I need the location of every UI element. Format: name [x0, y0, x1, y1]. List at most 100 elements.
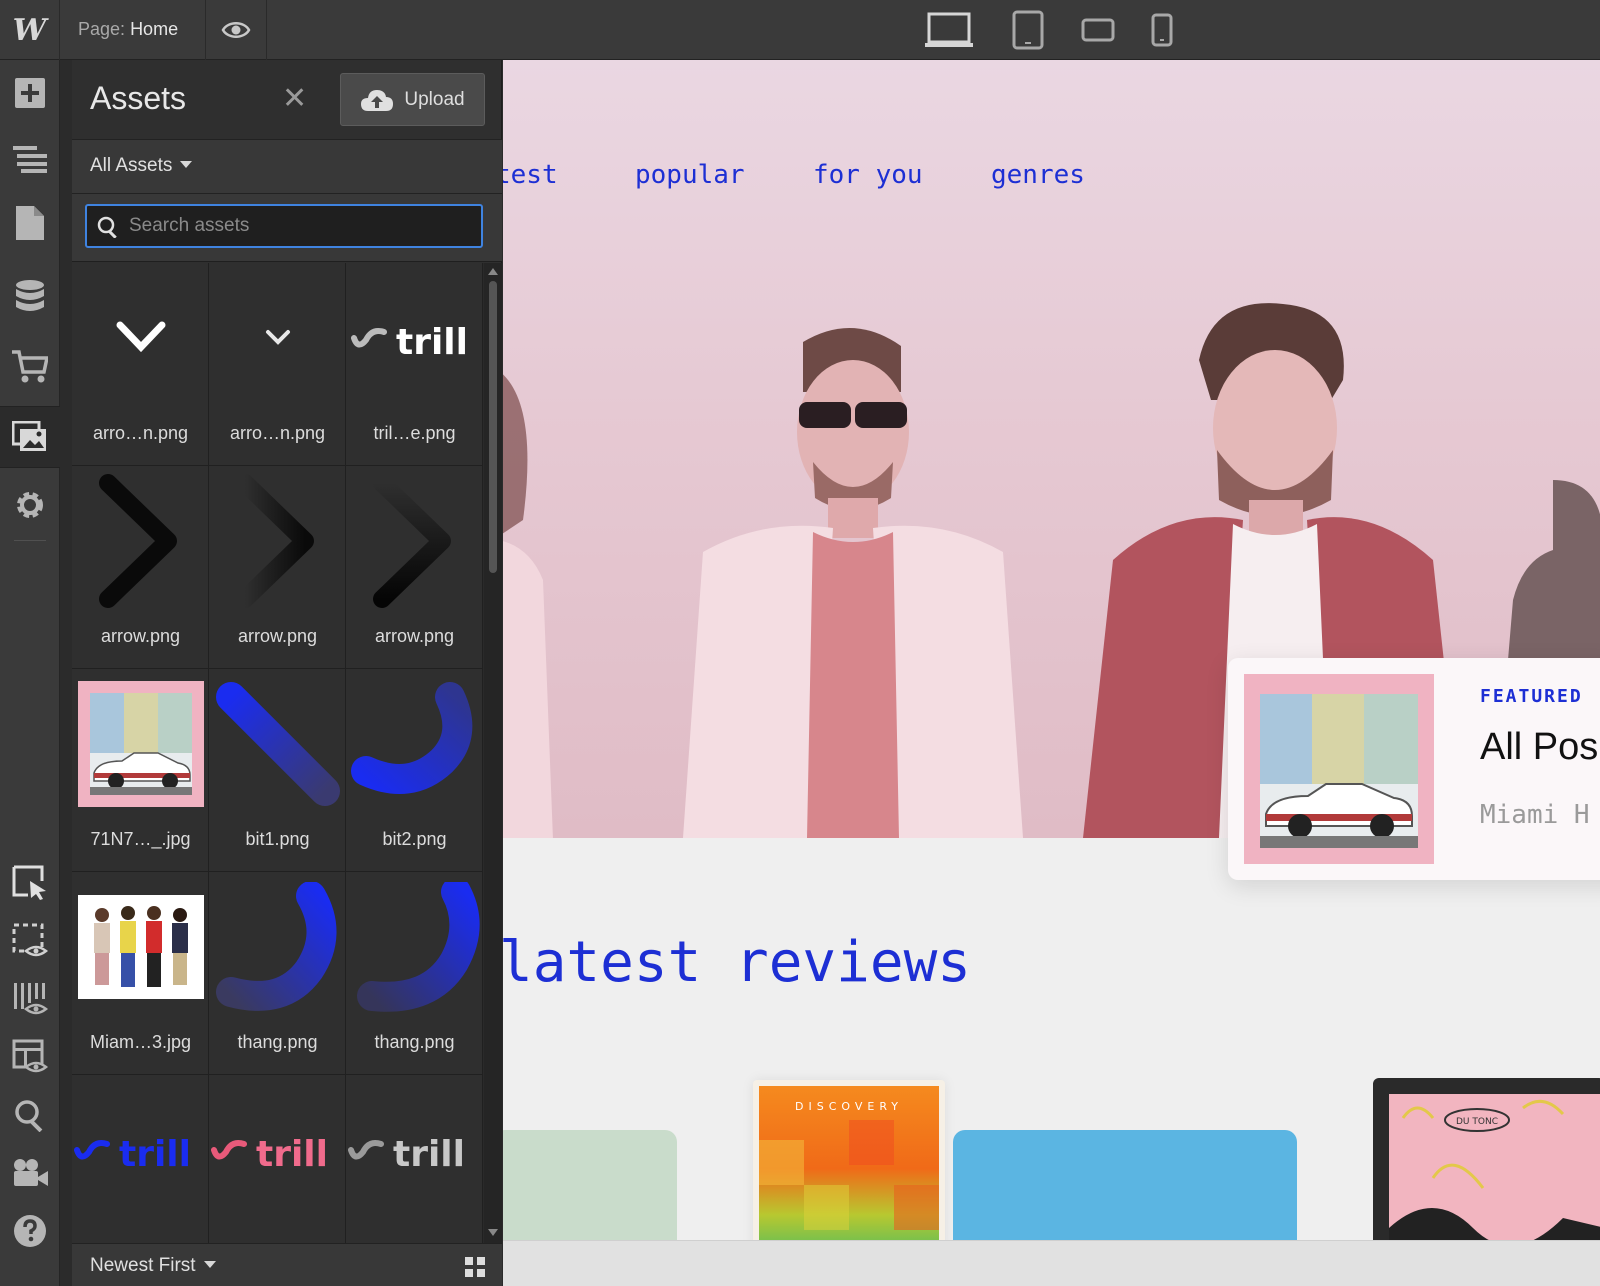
pages-icon[interactable] [0, 192, 60, 254]
asset-tile[interactable]: trill [72, 1075, 209, 1243]
asset-name: bit1.png [245, 829, 310, 849]
asset-name: 71N7…_.jpg [90, 829, 191, 849]
tablet-device-icon[interactable] [1000, 0, 1056, 60]
preview-eye-icon[interactable] [205, 0, 267, 60]
show-element-edges-icon[interactable] [0, 910, 60, 972]
asset-tile[interactable]: trill tril…e.png [346, 263, 483, 466]
chevron-down-icon [203, 1261, 216, 1268]
scroll-thumb[interactable] [489, 281, 497, 573]
nav-link-genres[interactable]: genres [991, 160, 1085, 190]
du-tonc-label: DU TONC [1456, 1117, 1498, 1127]
asset-tile[interactable]: bit1.png [209, 669, 346, 872]
featured-subtitle: Miami H [1480, 800, 1590, 830]
trill-logo-text: trill [119, 1134, 191, 1172]
nav-link-for-you[interactable]: for you [813, 160, 923, 190]
featured-album-art [1244, 674, 1434, 864]
asset-tile[interactable]: bit2.png [346, 669, 483, 872]
navigator-icon[interactable] [0, 128, 60, 190]
grid-view-icon[interactable] [465, 1257, 485, 1277]
assets-panel-header: Assets ✕ Upload [72, 60, 502, 140]
asset-tile[interactable]: trill [209, 1075, 346, 1243]
page-selector[interactable]: Page: Home [78, 19, 178, 40]
search-box [85, 204, 483, 248]
asset-tile[interactable]: arro…n.png [209, 263, 346, 466]
assets-icon[interactable] [0, 406, 60, 468]
nav-link-latest[interactable]: test [503, 160, 558, 190]
mobile-landscape-icon[interactable] [1070, 0, 1126, 60]
svg-text:trill: trill [396, 322, 468, 360]
webflow-designer: W Page: Home Assets ✕ Upload All Assets … [0, 0, 1600, 1286]
arrow-down-white-icon [72, 263, 209, 413]
webflow-logo[interactable]: W [0, 0, 60, 60]
asset-filter-dropdown[interactable]: All Assets [72, 140, 502, 194]
band-photo-thumbnail [72, 872, 209, 1022]
search-icon[interactable] [0, 1084, 60, 1146]
arrow-right-faded-icon [346, 466, 483, 616]
sort-label: Newest First [90, 1255, 196, 1276]
assets-scrollbar[interactable] [484, 263, 502, 1243]
discovery-label: DISCOVERY [795, 1100, 903, 1113]
search-row [72, 194, 502, 262]
toolbar-divider [14, 540, 46, 541]
left-toolbar [0, 60, 60, 1286]
chevron-down-icon [180, 161, 193, 168]
band-member-left-image [503, 374, 553, 838]
arrow-right-black-icon [72, 466, 209, 616]
nav-link-popular[interactable]: popular [635, 160, 745, 190]
asset-name: arrow.png [237, 626, 318, 646]
scroll-down-icon[interactable] [488, 1229, 498, 1237]
asset-tile[interactable]: 71N7…_.jpg [72, 669, 209, 872]
assets-grid: arro…n.png arro…n.png trill tril…e.png a [72, 263, 484, 1243]
album-cover-thumbnail [72, 669, 209, 819]
upload-button[interactable]: Upload [340, 73, 485, 126]
settings-gear-icon[interactable] [0, 474, 60, 536]
ecommerce-cart-icon[interactable] [0, 336, 60, 398]
featured-tag: FEATURED [1480, 686, 1583, 707]
upload-label: Upload [404, 88, 465, 110]
mobile-portrait-icon[interactable] [1134, 0, 1190, 60]
design-canvas[interactable]: test popular for you genres [503, 60, 1600, 1286]
asset-tile[interactable]: arrow.png [346, 466, 483, 669]
desktop-device-icon[interactable] [918, 0, 980, 60]
page-prefix: Page: [78, 19, 126, 39]
blue-curve-thang [209, 872, 346, 1022]
add-elements-icon[interactable] [0, 62, 60, 124]
asset-name: Miam…3.jpg [89, 1032, 192, 1052]
asset-tile[interactable]: arrow.png [72, 466, 209, 669]
trill-logo-blue: trill [72, 1075, 209, 1225]
trill-logo-text: trill [393, 1134, 465, 1172]
arrow-right-faded-icon [209, 466, 346, 616]
asset-name: arro…n.png [229, 423, 326, 443]
search-icon [97, 216, 117, 238]
arrow-down-small-icon [209, 263, 346, 413]
x-ray-mode-icon[interactable] [0, 968, 60, 1030]
featured-title: All Pos [1480, 726, 1599, 768]
cms-icon[interactable] [0, 266, 60, 328]
asset-tile[interactable]: thang.png [346, 872, 483, 1075]
asset-name: bit2.png [382, 829, 447, 849]
asset-tile[interactable]: arro…n.png [72, 263, 209, 466]
asset-name: thang.png [237, 1032, 318, 1052]
asset-tile[interactable]: thang.png [209, 872, 346, 1075]
video-tutorials-icon[interactable] [0, 1142, 60, 1204]
sort-dropdown[interactable]: Newest First [90, 1255, 216, 1277]
trill-logo-gray: trill [346, 1075, 483, 1225]
scroll-up-icon[interactable] [488, 267, 498, 275]
asset-tile[interactable]: trill [346, 1075, 483, 1243]
asset-name: thang.png [374, 1032, 455, 1052]
band-member-center-image [683, 327, 1023, 838]
asset-name: arrow.png [100, 626, 181, 646]
close-icon[interactable]: ✕ [282, 84, 307, 114]
featured-card[interactable]: FEATURED All Pos Miami H [1228, 658, 1600, 880]
reviews-heading[interactable]: latest reviews [503, 930, 971, 995]
search-input[interactable] [129, 211, 469, 241]
blue-curve-bit2 [346, 669, 483, 819]
help-icon[interactable] [0, 1200, 60, 1262]
blue-stroke-bit1 [209, 669, 346, 819]
cloud-upload-icon [361, 89, 394, 111]
asset-tile[interactable]: arrow.png [209, 466, 346, 669]
top-bar: W Page: Home [0, 0, 1600, 60]
preview-layout-icon[interactable] [0, 1026, 60, 1088]
select-element-icon[interactable] [0, 852, 60, 914]
asset-tile[interactable]: Miam…3.jpg [72, 872, 209, 1075]
